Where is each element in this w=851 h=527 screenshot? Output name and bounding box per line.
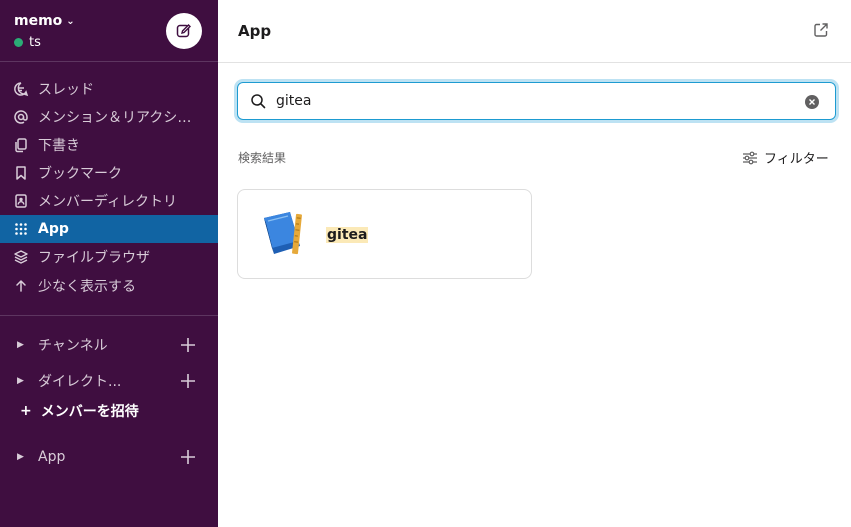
invite-members-button[interactable]: + メンバーを招待 bbox=[20, 401, 139, 421]
notebook-app-icon bbox=[256, 208, 308, 260]
drafts-icon bbox=[13, 137, 29, 153]
section-label: ダイレクト... bbox=[38, 374, 122, 390]
caret-right-icon: ▶ bbox=[17, 376, 24, 386]
sidebar-item-label: メンション＆リアクション bbox=[38, 110, 203, 126]
sidebar-nav: スレッド メンション＆リアクション 下書き ブックマーク メンバーディレクトリ bbox=[0, 75, 218, 301]
sidebar-item-label: App bbox=[38, 221, 69, 237]
app-search-box[interactable] bbox=[237, 82, 836, 120]
sidebar-item-label: スレッド bbox=[38, 82, 94, 98]
sidebar-item-threads[interactable]: スレッド bbox=[0, 75, 218, 103]
section-label: App bbox=[38, 449, 66, 465]
filter-label: フィルター bbox=[764, 152, 829, 167]
sidebar-item-show-less[interactable]: 少なく表示する bbox=[0, 271, 218, 301]
filter-button[interactable]: フィルター bbox=[742, 148, 829, 167]
page-title: App bbox=[238, 22, 272, 40]
sidebar: memo ⌄ ts スレッド メンション＆リアクション 下書き ブックマーク メ… bbox=[0, 0, 218, 527]
user-name: ts bbox=[29, 35, 41, 50]
sidebar-item-label: 下書き bbox=[38, 138, 80, 154]
main-header: App bbox=[218, 0, 851, 63]
bookmark-icon bbox=[13, 165, 29, 181]
sidebar-item-files[interactable]: ファイルブラウザ bbox=[0, 243, 218, 271]
threads-icon bbox=[13, 81, 29, 97]
app-name: gitea bbox=[326, 227, 369, 243]
section-label: チャンネル bbox=[38, 338, 108, 354]
app-result-card[interactable]: gitea bbox=[237, 189, 532, 279]
sidebar-item-label: メンバーディレクトリ bbox=[38, 194, 178, 210]
plus-icon bbox=[181, 338, 195, 352]
apps-grid-icon bbox=[13, 221, 29, 237]
sidebar-item-apps[interactable]: App bbox=[0, 215, 218, 243]
sliders-icon bbox=[743, 151, 757, 164]
section-channels[interactable]: ▶ チャンネル bbox=[0, 331, 218, 359]
external-link-icon bbox=[814, 23, 828, 37]
mention-icon bbox=[13, 109, 29, 125]
sidebar-item-bookmarks[interactable]: ブックマーク bbox=[0, 159, 218, 187]
section-direct-messages[interactable]: ▶ ダイレクト... bbox=[0, 367, 218, 395]
plus-icon bbox=[181, 374, 195, 388]
chevron-down-icon: ⌄ bbox=[66, 15, 75, 27]
caret-right-icon: ▶ bbox=[17, 340, 24, 350]
sidebar-divider bbox=[0, 315, 218, 316]
add-dm-button[interactable] bbox=[178, 371, 198, 391]
sidebar-item-mentions[interactable]: メンション＆リアクション bbox=[0, 103, 218, 131]
sidebar-item-label: ファイルブラウザ bbox=[38, 250, 150, 266]
clear-search-button[interactable] bbox=[805, 95, 819, 109]
plus-icon: + bbox=[20, 403, 32, 419]
compose-button[interactable] bbox=[166, 13, 202, 49]
caret-right-icon: ▶ bbox=[17, 452, 24, 462]
sidebar-item-label: ブックマーク bbox=[38, 166, 122, 182]
arrow-up-icon bbox=[13, 278, 29, 294]
main-panel: App 検索結果 フィルター bbox=[218, 0, 851, 527]
results-heading: 検索結果 bbox=[238, 151, 287, 165]
workspace-switcher[interactable]: memo ⌄ bbox=[14, 13, 75, 29]
add-channel-button[interactable] bbox=[178, 335, 198, 355]
open-external-button[interactable] bbox=[811, 20, 831, 40]
search-input[interactable] bbox=[276, 93, 796, 109]
compose-icon bbox=[176, 24, 191, 38]
files-icon bbox=[13, 249, 29, 265]
plus-icon bbox=[181, 450, 195, 464]
clear-icon bbox=[809, 99, 815, 105]
sidebar-item-drafts[interactable]: 下書き bbox=[0, 131, 218, 159]
workspace-header: memo ⌄ ts bbox=[0, 0, 218, 62]
add-app-button[interactable] bbox=[178, 447, 198, 467]
search-icon bbox=[250, 93, 266, 109]
presence-dot-icon bbox=[14, 38, 23, 47]
section-apps[interactable]: ▶ App bbox=[0, 443, 218, 471]
user-status[interactable]: ts bbox=[14, 35, 41, 50]
invite-label: メンバーを招待 bbox=[40, 404, 139, 420]
sidebar-item-label: 少なく表示する bbox=[38, 279, 136, 295]
sidebar-item-directory[interactable]: メンバーディレクトリ bbox=[0, 187, 218, 215]
directory-icon bbox=[13, 193, 29, 209]
workspace-name: memo bbox=[14, 13, 63, 29]
